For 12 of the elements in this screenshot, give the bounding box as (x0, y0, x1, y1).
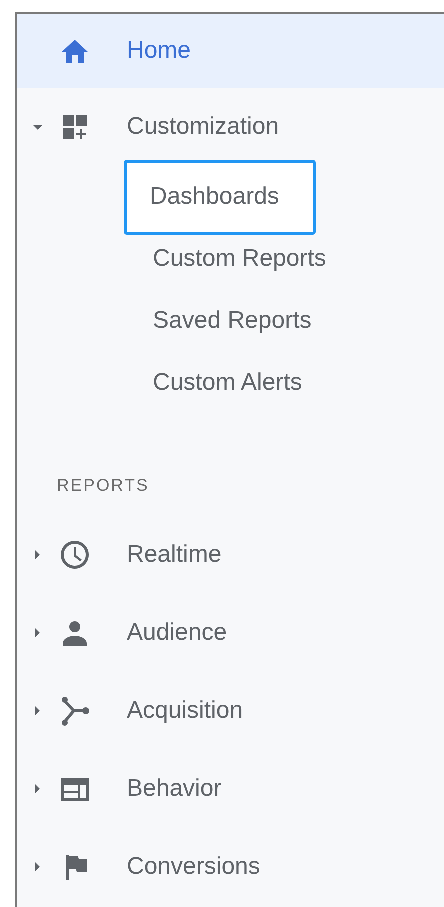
menu-item-label[interactable]: Audience (127, 619, 228, 647)
menu-item-label[interactable]: Realtime (127, 541, 222, 569)
home-menu-item[interactable]: Home (17, 14, 444, 88)
section-heading: REPORTS (57, 477, 150, 495)
clock-icon (58, 538, 92, 572)
submenu-item[interactable]: Saved Reports (124, 290, 349, 352)
menu-item-label[interactable]: Customization (127, 113, 280, 141)
menu-item-label[interactable]: Conversions (127, 853, 260, 881)
menu-item-label[interactable]: Behavior (127, 775, 222, 803)
menu-item-label[interactable]: Acquisition (127, 697, 244, 725)
submenu-item[interactable]: Custom Alerts (124, 352, 340, 414)
highlighted-submenu-item[interactable]: Dashboards (124, 160, 316, 234)
